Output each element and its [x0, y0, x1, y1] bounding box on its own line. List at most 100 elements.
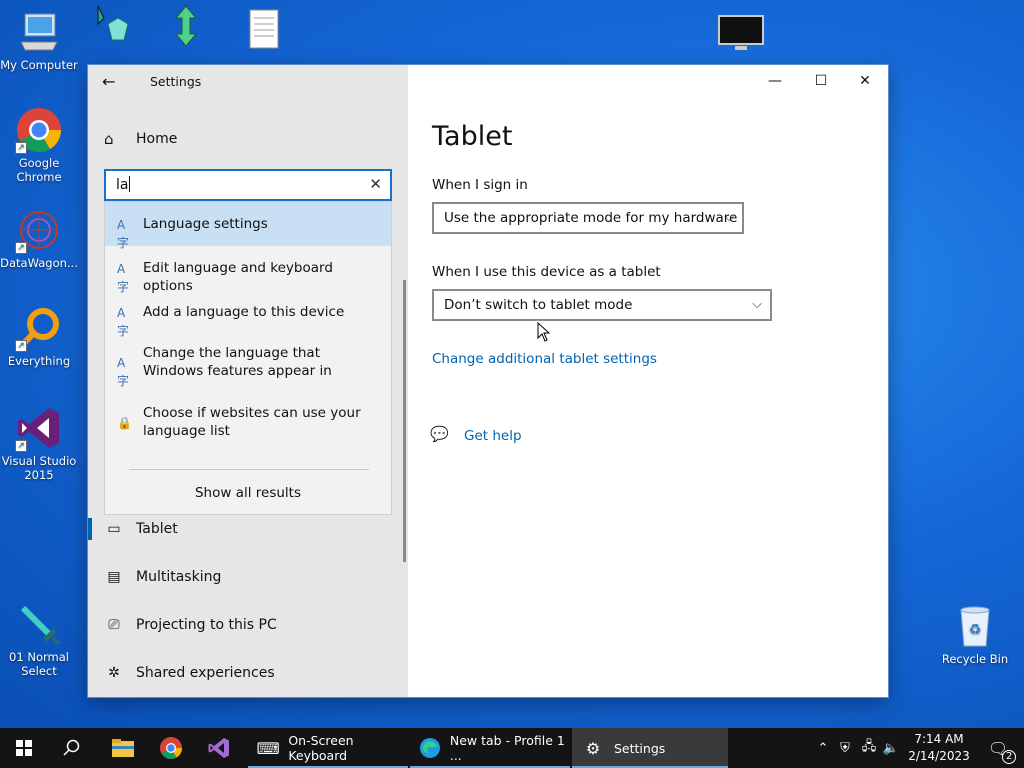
desktop-icon-help-select[interactable]: [78, 2, 138, 52]
system-tray: ⌃ ⛨ 🖧 🔈: [814, 728, 902, 768]
settings-search-box[interactable]: la ✕: [104, 169, 392, 201]
network-icon[interactable]: 🖧: [858, 737, 880, 759]
desktop-icon-microsoft[interactable]: [702, 10, 780, 60]
desktop-icon-label: Recycle Bin: [941, 652, 1009, 666]
desktop-icon-datawagon[interactable]: ↗ DataWagon...: [0, 206, 78, 270]
taskbar-clock[interactable]: 7:14 AM 2/14/2023: [908, 731, 970, 765]
search-icon: [63, 739, 80, 756]
suggestion-language-settings[interactable]: A字 Language settings: [105, 202, 391, 250]
sidebar-item-shared-experiences[interactable]: ✲ Shared experiences: [104, 662, 275, 684]
search-suggestions-dropdown: A字 Language settings A字 Edit language an…: [104, 201, 392, 515]
sidebar-item-projecting[interactable]: ⎚ Projecting to this PC: [104, 614, 277, 636]
desktop-icon-label: DataWagon...: [0, 256, 78, 270]
clock-date: 2/14/2023: [908, 749, 970, 763]
sidebar-item-tablet[interactable]: ▭ Tablet: [104, 518, 177, 540]
mouse-cursor-icon: [537, 321, 551, 342]
taskbar-file-explorer[interactable]: [100, 728, 146, 768]
search-input-value: la: [116, 177, 129, 193]
action-center-shield-icon[interactable]: ⛨: [832, 741, 858, 756]
datawagon-icon: ↗: [15, 206, 63, 254]
maximize-icon: ☐: [814, 73, 828, 89]
desktop-icon-label: Google Chrome: [16, 156, 62, 184]
chevron-down-icon: ⌵: [752, 297, 762, 312]
shortcut-arrow-icon: ↗: [15, 242, 27, 254]
suggestion-add-language[interactable]: A字 Add a language to this device: [105, 290, 391, 338]
desktop-icon-everything[interactable]: ↗ Everything: [0, 304, 78, 368]
clear-search-button[interactable]: ✕: [369, 175, 382, 193]
sidebar-item-label: Projecting to this PC: [136, 617, 277, 633]
taskbar-visual-studio[interactable]: [196, 728, 242, 768]
visual-studio-icon: [208, 738, 229, 758]
suggestion-label: Change the language that Windows feature…: [143, 345, 332, 379]
taskbar-app-edge[interactable]: New tab - Profile 1 ...: [410, 728, 570, 768]
suggestion-label: Language settings: [143, 216, 268, 232]
show-all-results-button[interactable]: Show all results: [105, 485, 391, 501]
back-button[interactable]: ←: [102, 73, 124, 91]
document-icon: [240, 6, 288, 54]
sidebar-item-multitasking[interactable]: ▤ Multitasking: [104, 566, 221, 588]
desktop-icon-vertical[interactable]: [156, 2, 216, 52]
minimize-button[interactable]: —: [752, 65, 798, 97]
monitor-icon: [717, 10, 765, 58]
desktop-icon-normal-select[interactable]: 01 Normal Select: [0, 600, 78, 678]
suggestion-websites-language-list[interactable]: 🔒 Choose if websites can use your langua…: [105, 396, 391, 456]
lock-icon: 🔒: [117, 416, 132, 430]
tablet-mode-value: Don’t switch to tablet mode: [444, 297, 633, 313]
desktop-icon-document[interactable]: [234, 6, 294, 56]
nav-home[interactable]: ⌂ Home: [104, 129, 177, 149]
taskbar-app-label: New tab - Profile 1 ...: [449, 733, 565, 763]
chrome-icon: [160, 737, 182, 759]
search-input[interactable]: la: [116, 176, 131, 193]
sign-in-label: When I sign in: [432, 177, 528, 193]
sword-cursor-icon: [15, 600, 63, 648]
vertical-resize-cursor-icon: [162, 2, 210, 50]
computer-icon: [15, 8, 63, 56]
visual-studio-icon: ↗: [15, 404, 63, 452]
taskbar-app-on-screen-keyboard[interactable]: ⌨ On-Screen Keyboard: [248, 728, 408, 768]
change-additional-tablet-settings-link[interactable]: Change additional tablet settings: [432, 351, 657, 367]
close-icon: ✕: [369, 175, 382, 193]
taskbar-chrome[interactable]: [148, 728, 194, 768]
shortcut-arrow-icon: ↗: [15, 142, 27, 154]
close-button[interactable]: ✕: [842, 65, 888, 97]
desktop-icon-label: 01 Normal Select: [9, 650, 69, 678]
shortcut-arrow-icon: ↗: [15, 440, 27, 452]
language-icon: A字: [117, 356, 130, 388]
svg-text:♻: ♻: [969, 622, 982, 638]
gear-icon: ⚙: [585, 738, 601, 758]
chevron-up-icon[interactable]: ⌃: [814, 741, 832, 756]
desktop-icon-my-computer[interactable]: My Computer: [0, 8, 78, 72]
desktop-icon-label: Visual Studio 2015: [1, 454, 77, 482]
selected-indicator: [88, 518, 92, 540]
title-bar: ← Settings: [88, 65, 408, 99]
desktop-icon-visual-studio[interactable]: ↗ Visual Studio 2015: [0, 404, 78, 482]
taskbar-search-button[interactable]: [48, 728, 96, 768]
home-icon: ⌂: [104, 130, 114, 148]
volume-icon[interactable]: 🔈: [880, 741, 902, 756]
desktop-icon-chrome[interactable]: ↗ Google Chrome: [0, 106, 78, 184]
language-icon: A字: [117, 306, 130, 338]
edge-icon: [418, 735, 442, 761]
shortcut-arrow-icon: ↗: [15, 340, 27, 352]
sign-in-mode-select[interactable]: Use the appropriate mode for my hardware…: [432, 202, 744, 234]
start-button[interactable]: [0, 728, 48, 768]
desktop-icon-recycle-bin[interactable]: ♻ Recycle Bin: [936, 602, 1014, 666]
sign-in-mode-value: Use the appropriate mode for my hardware: [444, 210, 738, 226]
sidebar-scrollbar[interactable]: [403, 280, 406, 562]
window-title: Settings: [150, 74, 202, 89]
folder-icon: [112, 739, 134, 757]
maximize-button[interactable]: ☐: [798, 65, 844, 97]
tablet-mode-select[interactable]: Don’t switch to tablet mode ⌵: [432, 289, 772, 321]
projecting-icon: ⎚: [108, 617, 120, 633]
suggestion-label: Add a language to this device: [143, 304, 345, 320]
notification-icon: 🗨 2: [988, 739, 1017, 764]
taskbar-app-settings[interactable]: ⚙ Settings: [572, 728, 728, 768]
suggestion-change-windows-language[interactable]: A字 Change the language that Windows feat…: [105, 334, 391, 396]
suggestion-edit-language-keyboard[interactable]: A字 Edit language and keyboard options: [105, 246, 391, 294]
settings-content: — ☐ ✕ Tablet When I sign in Use the appr…: [408, 65, 888, 697]
get-help-link[interactable]: Get help: [464, 428, 522, 444]
shared-experiences-icon: ✲: [108, 665, 120, 681]
sidebar-item-label: Shared experiences: [136, 665, 275, 681]
keyboard-icon: ⌨: [256, 738, 280, 758]
notifications-button[interactable]: 🗨 2: [978, 728, 1018, 768]
